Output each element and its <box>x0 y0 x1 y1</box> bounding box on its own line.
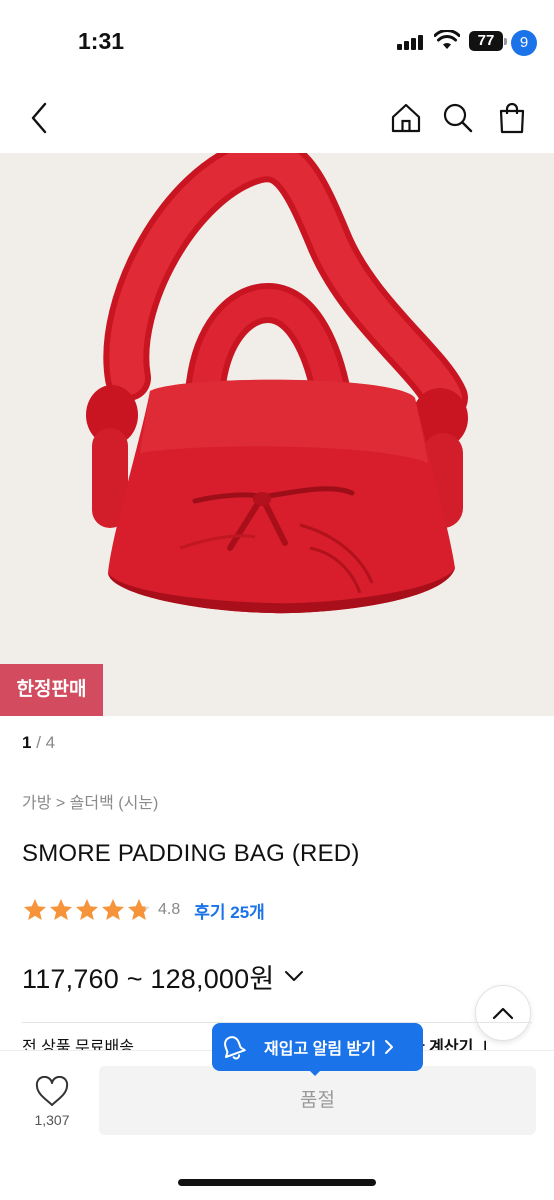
back-button[interactable] <box>18 96 62 140</box>
rating-row: 4.8 후기 25개 <box>22 897 265 923</box>
cart-button[interactable] <box>490 96 534 140</box>
search-button[interactable] <box>436 96 480 140</box>
shopping-bag-icon <box>499 102 525 134</box>
sold-out-button[interactable]: 품절 <box>99 1066 536 1135</box>
battery-icon: 77 <box>469 31 507 51</box>
chevron-up-icon <box>492 1007 514 1020</box>
home-indicator <box>178 1179 376 1186</box>
review-count-link[interactable]: 후기 25개 <box>194 898 265 923</box>
bell-icon <box>224 1036 246 1060</box>
limited-sale-badge: 한정판매 <box>0 664 103 716</box>
status-bar: 1:31 77 <box>0 0 554 80</box>
product-title: SMORE PADDING BAG (RED) <box>22 840 360 867</box>
star-icon <box>128 899 150 920</box>
star-icon <box>76 899 98 920</box>
star-icon <box>50 899 72 920</box>
wifi-icon <box>434 30 460 49</box>
product-image <box>86 153 468 614</box>
price-range: 117,760 ~ 128,000원 <box>22 963 275 994</box>
product-nav-header <box>0 88 554 150</box>
home-icon <box>391 103 421 133</box>
chevron-right-icon <box>384 1040 393 1054</box>
home-button[interactable] <box>384 96 428 140</box>
restock-tooltip-tail <box>307 1068 323 1076</box>
cellular-signal-icon <box>397 34 423 50</box>
pager-total: / 4 <box>36 733 56 752</box>
rating-score: 4.8 <box>158 901 181 918</box>
image-pager: 1 / 4 <box>22 733 55 753</box>
chevron-left-icon <box>31 102 47 134</box>
restock-alert-button[interactable]: 재입고 알림 받기 <box>212 1023 423 1071</box>
battery-level: 77 <box>469 31 503 51</box>
search-icon <box>443 103 473 133</box>
pager-current: 1 <box>22 733 32 752</box>
price-row[interactable]: 117,760 ~ 128,000원 <box>22 956 304 996</box>
category-breadcrumb[interactable]: 가방 > 숄더백 (시눈) <box>22 789 158 813</box>
chevron-down-icon <box>285 971 304 981</box>
product-image-carousel[interactable]: 한정판매 <box>0 153 554 716</box>
star-rating <box>22 897 152 923</box>
status-time: 1:31 <box>78 28 125 54</box>
star-icon <box>24 899 46 920</box>
cart-count-badge: 9 <box>511 30 537 56</box>
star-icon <box>102 899 124 920</box>
heart-icon <box>35 1075 69 1106</box>
wishlist-count: 1,307 <box>34 1112 70 1128</box>
restock-alert-label: 재입고 알림 받기 <box>264 1041 376 1058</box>
